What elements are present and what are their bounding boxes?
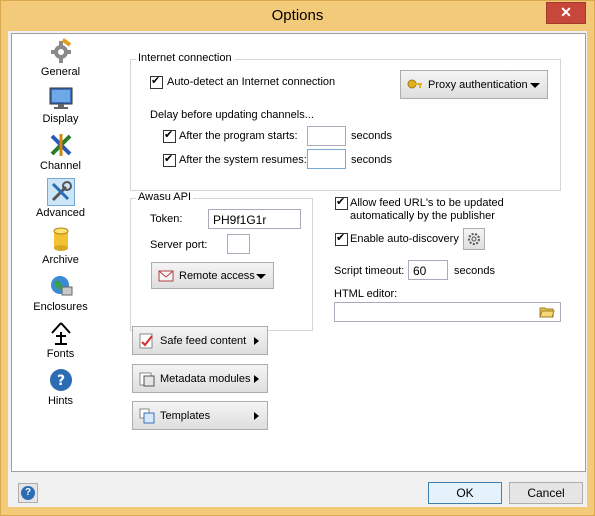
advanced-panel: Internet connection Auto-detect an Inter… <box>109 33 586 472</box>
label-line: automatically by the publisher <box>350 210 495 222</box>
proxy-button-label: Proxy authentication <box>428 79 528 91</box>
metadata-modules-button[interactable]: Metadata modules <box>132 364 268 393</box>
html-editor-label: HTML editor: <box>334 288 398 300</box>
after-start-label: After the program starts: <box>179 130 298 142</box>
hints-icon: ? <box>50 369 72 391</box>
remote-access-button[interactable]: Remote access <box>151 262 274 289</box>
allow-feed-url-update-label: Allow feed URL's to be updated automatic… <box>350 197 504 223</box>
submenu-arrow-icon <box>254 412 259 420</box>
sidebar-item-channel[interactable]: Channel <box>12 130 109 176</box>
auto-detect-label: Auto-detect an Internet connection <box>167 76 336 88</box>
sidebar-item-advanced[interactable]: Advanced <box>12 177 109 223</box>
server-port-input[interactable] <box>227 234 250 254</box>
after-resume-label: After the system resumes: <box>179 154 307 166</box>
folder-open-icon[interactable] <box>539 304 555 320</box>
token-label: Token: <box>150 213 183 225</box>
label-line: Allow feed URL's to be updated <box>350 197 504 209</box>
remote-access-icon <box>158 270 174 282</box>
after-start-checkbox[interactable] <box>163 128 176 143</box>
font-icon <box>51 322 71 345</box>
database-icon <box>53 227 69 251</box>
submenu-arrow-icon <box>254 337 259 345</box>
gear-icon <box>468 233 480 245</box>
dropdown-arrow-icon <box>530 83 540 88</box>
monitor-icon <box>49 87 73 109</box>
metadata-label: Metadata modules <box>160 373 251 385</box>
script-timeout-input[interactable]: 60 <box>408 260 448 280</box>
after-start-seconds-input[interactable] <box>307 126 346 146</box>
group-legend: Awasu API <box>136 191 193 203</box>
script-timeout-unit: seconds <box>454 265 495 277</box>
help-icon: ? <box>21 486 35 500</box>
templates-icon <box>139 408 155 424</box>
globe-icon <box>51 276 73 296</box>
svg-text:?: ? <box>57 373 65 389</box>
script-timeout-label: Script timeout: <box>334 265 405 277</box>
channel-icon <box>50 134 72 156</box>
sidebar-item-label: Display <box>42 113 79 125</box>
sidebar-item-archive[interactable]: Archive <box>12 224 109 270</box>
sidebar-item-hints[interactable]: ? Hints <box>12 365 109 411</box>
safe-feed-label: Safe feed content <box>160 335 247 347</box>
after-resume-seconds-input[interactable] <box>307 149 346 169</box>
submenu-arrow-icon <box>254 375 259 383</box>
title-bar[interactable]: Options ✕ <box>1 1 594 31</box>
options-window: Options ✕ General Display Channel Advanc… <box>0 0 595 516</box>
templates-button[interactable]: Templates <box>132 401 268 430</box>
html-editor-input[interactable] <box>334 302 561 322</box>
seconds-unit-label: seconds <box>351 130 392 142</box>
sidebar-item-general[interactable]: General <box>12 36 109 82</box>
sidebar-item-enclosures[interactable]: Enclosures <box>12 271 109 317</box>
sidebar-item-label: Enclosures <box>33 301 88 313</box>
delay-label: Delay before updating channels... <box>150 109 314 121</box>
key-icon <box>407 79 422 89</box>
remote-button-label: Remote access <box>179 270 255 282</box>
group-legend: Internet connection <box>136 52 234 64</box>
sidebar-item-fonts[interactable]: Fonts <box>12 318 109 364</box>
auto-discovery-checkbox[interactable] <box>335 231 348 246</box>
server-port-label: Server port: <box>150 239 208 251</box>
window-title: Options <box>271 7 324 24</box>
cancel-button[interactable]: Cancel <box>509 482 583 504</box>
sidebar-item-label: Fonts <box>46 348 75 360</box>
proxy-authentication-button[interactable]: Proxy authentication <box>400 70 548 99</box>
sidebar-item-label: General <box>40 66 81 78</box>
sidebar-item-display[interactable]: Display <box>12 83 109 129</box>
close-button[interactable]: ✕ <box>546 2 586 24</box>
metadata-icon <box>139 372 155 387</box>
gear-wrench-icon <box>51 38 72 63</box>
allow-feed-url-update-checkbox[interactable] <box>335 195 348 210</box>
dropdown-arrow-icon <box>256 274 266 279</box>
category-sidebar: General Display Channel Advanced Archive… <box>11 33 110 472</box>
token-input[interactable]: PH9f1G1r <box>208 209 301 229</box>
dialog-client: General Display Channel Advanced Archive… <box>8 31 587 507</box>
auto-discovery-settings-button[interactable] <box>463 228 485 250</box>
templates-label: Templates <box>160 410 211 422</box>
sidebar-item-label: Hints <box>47 395 74 407</box>
sidebar-item-label: Advanced <box>36 207 85 219</box>
tools-icon <box>47 178 75 206</box>
safe-feed-content-button[interactable]: Safe feed content <box>132 326 268 355</box>
safe-feed-icon <box>139 333 153 349</box>
sidebar-item-label: Channel <box>40 160 81 172</box>
sidebar-item-label: Archive <box>42 254 79 266</box>
ok-button[interactable]: OK <box>428 482 502 504</box>
after-resume-checkbox[interactable] <box>163 152 176 167</box>
seconds-unit-label: seconds <box>351 154 392 166</box>
auto-detect-checkbox[interactable] <box>150 74 163 89</box>
help-button[interactable]: ? <box>18 483 38 503</box>
auto-discovery-label: Enable auto-discovery <box>350 233 459 245</box>
